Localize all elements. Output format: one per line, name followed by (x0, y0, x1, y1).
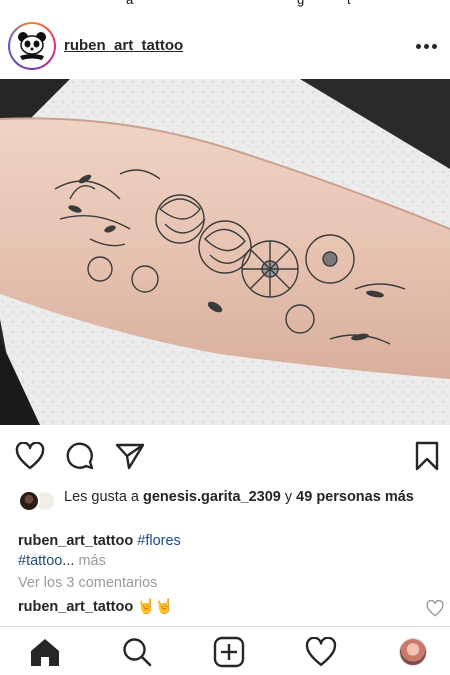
post-photo[interactable] (0, 79, 450, 425)
new-post-icon (213, 636, 245, 668)
comment-row: ruben_art_tattoo 🤘🤘 (18, 598, 418, 622)
comment-like-button[interactable] (426, 599, 444, 618)
caption-more-link[interactable]: más (74, 553, 105, 569)
activity-heart-icon (305, 637, 337, 666)
liker-username[interactable]: genesis.garita_2309 (143, 489, 281, 505)
bottom-nav (0, 626, 450, 675)
nav-profile[interactable] (396, 635, 430, 669)
share-button[interactable] (114, 440, 146, 472)
status-fragment: g (297, 0, 304, 7)
likes-connector: y (280, 489, 297, 505)
heart-icon (15, 442, 45, 470)
send-arrow-icon (115, 443, 145, 470)
dot (431, 43, 437, 49)
hashtag-link[interactable]: #flores (137, 533, 181, 549)
status-fragment: a (126, 0, 133, 7)
likes-others[interactable]: 49 personas más (296, 489, 414, 505)
comment-button[interactable] (64, 440, 96, 472)
likes-prefix: Les gusta a (64, 489, 143, 505)
post-actions (0, 432, 450, 480)
panda-logo-icon (10, 24, 54, 68)
status-fragment: t (347, 0, 351, 7)
view-comments-link[interactable]: Ver los 3 comentarios (18, 575, 157, 591)
instagram-post-screen: a g t ruben_art_tattoo (0, 0, 450, 675)
comment-text: 🤘🤘 (137, 599, 174, 615)
like-button[interactable] (14, 440, 46, 472)
liker-avatars (18, 490, 62, 512)
likes-text: Les gusta a genesis.garita_2309 y 49 per… (64, 488, 434, 506)
caption-ellipsis: ... (62, 553, 75, 569)
more-options-button[interactable] (410, 31, 442, 61)
avatar[interactable] (8, 22, 56, 70)
home-icon (31, 639, 59, 666)
profile-avatar (399, 638, 427, 666)
hashtag-link[interactable]: #tattoo (18, 553, 62, 569)
avatar (18, 490, 40, 512)
likes-summary[interactable]: Les gusta a genesis.garita_2309 y 49 per… (18, 488, 438, 526)
nav-new-post[interactable] (212, 635, 246, 669)
save-button[interactable] (411, 440, 443, 472)
bookmark-icon (415, 441, 439, 471)
nav-home[interactable] (28, 635, 62, 669)
comment-username[interactable]: ruben_art_tattoo (18, 599, 133, 615)
dot (423, 43, 429, 49)
nav-search[interactable] (120, 635, 154, 669)
status-bar: a g t (0, 0, 450, 12)
heart-icon (426, 599, 444, 617)
post-header: ruben_art_tattoo (0, 14, 450, 78)
post-caption: ruben_art_tattoo #flores #tattoo... más (18, 531, 438, 571)
post-username[interactable]: ruben_art_tattoo (64, 37, 183, 54)
comment-bubble-icon (66, 442, 94, 470)
dot (415, 43, 421, 49)
nav-activity[interactable] (304, 635, 338, 669)
search-icon (123, 638, 152, 667)
caption-username[interactable]: ruben_art_tattoo (18, 533, 133, 549)
